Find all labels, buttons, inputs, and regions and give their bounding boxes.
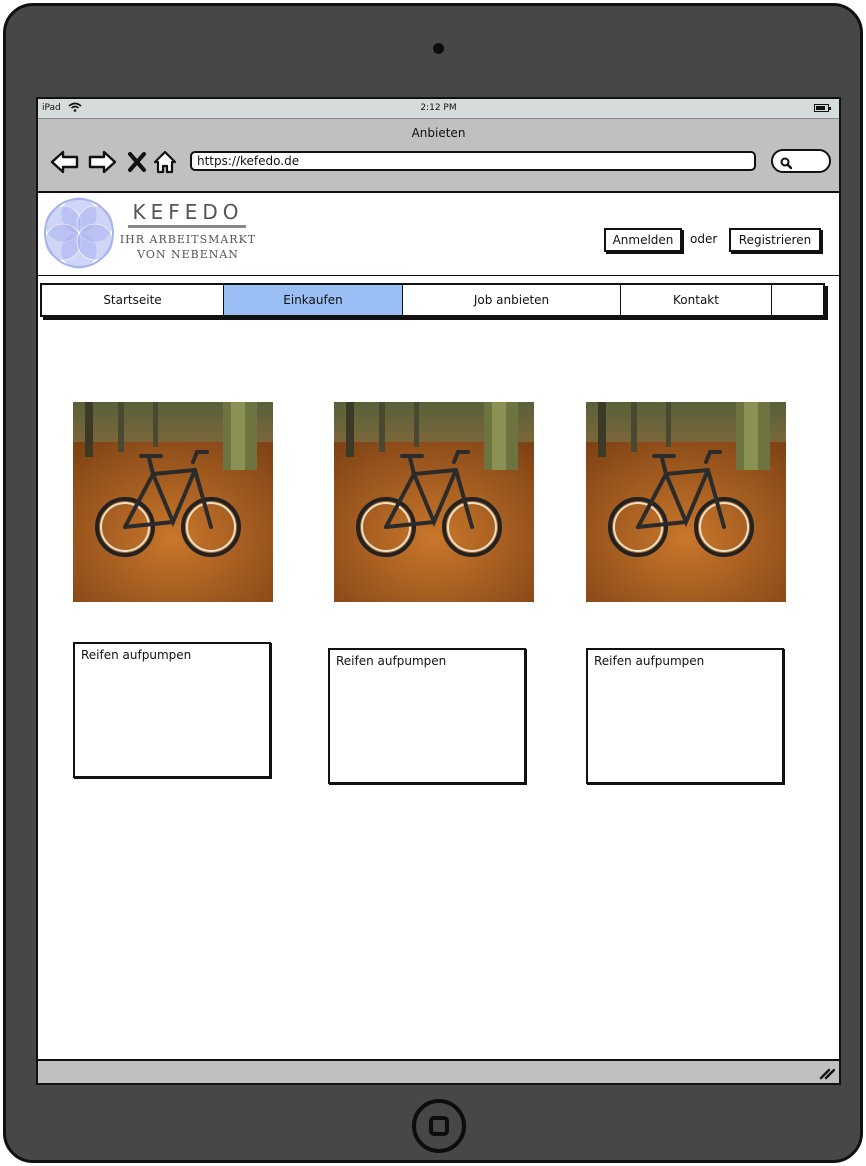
product-description-text: Reifen aufpumpen — [81, 648, 192, 662]
status-time: 2:12 PM — [420, 103, 457, 113]
tab-startseite[interactable]: Startseite — [42, 285, 224, 315]
url-input[interactable]: https://kefedo.de — [190, 151, 756, 171]
resize-grip-icon[interactable] — [819, 1065, 836, 1083]
logo-emblem — [42, 196, 116, 274]
browser-toolbar: Anbieten https://kefedo.de — [38, 119, 839, 193]
register-button[interactable]: Registrieren — [729, 228, 821, 252]
product-image[interactable] — [334, 402, 534, 602]
status-bar: iPad 2:12 PM — [38, 99, 839, 119]
login-button[interactable]: Anmelden — [604, 228, 682, 252]
tab-job-anbieten[interactable]: Job anbieten — [403, 285, 621, 315]
product-description-text: Reifen aufpumpen — [594, 654, 705, 668]
brand-name: KEFEDO — [132, 200, 244, 224]
home-icon[interactable] — [152, 149, 178, 175]
brand-divider — [128, 225, 246, 228]
product-description-box[interactable]: Reifen aufpumpen — [73, 642, 271, 778]
battery-icon — [814, 104, 831, 112]
close-x-icon[interactable] — [127, 149, 147, 175]
tab-kontakt[interactable]: Kontakt — [621, 285, 772, 315]
camera-dot — [433, 43, 444, 54]
brand-tagline-line2: VON NEBENAN — [137, 248, 239, 261]
main-nav: Startseite Einkaufen Job anbieten Kontak… — [40, 283, 825, 317]
product-description-text: Reifen aufpumpen — [336, 654, 447, 668]
product-image[interactable] — [73, 402, 273, 602]
screen: iPad 2:12 PM Anbieten https://kefedo.de … — [36, 97, 841, 1085]
auth-separator: oder — [690, 232, 718, 246]
product-description-box[interactable]: Reifen aufpumpen — [586, 648, 784, 784]
home-hardware-button[interactable] — [412, 1099, 466, 1153]
forward-arrow-icon[interactable] — [87, 149, 117, 175]
browser-page-title: Anbieten — [411, 126, 466, 140]
product-image[interactable] — [586, 402, 786, 602]
back-arrow-icon[interactable] — [50, 149, 80, 175]
brand-tagline-line1: IHR ARBEITSMARKT — [119, 233, 257, 246]
home-square-icon — [429, 1116, 449, 1136]
tab-einkaufen[interactable]: Einkaufen — [224, 285, 403, 315]
search-button[interactable] — [771, 149, 831, 173]
browser-bottom-bar — [38, 1059, 839, 1083]
product-description-box[interactable]: Reifen aufpumpen — [328, 648, 526, 784]
header-divider — [38, 275, 839, 276]
tab-empty[interactable] — [772, 285, 823, 315]
search-icon — [779, 155, 793, 174]
ipad-device-frame: iPad 2:12 PM Anbieten https://kefedo.de … — [3, 3, 863, 1163]
